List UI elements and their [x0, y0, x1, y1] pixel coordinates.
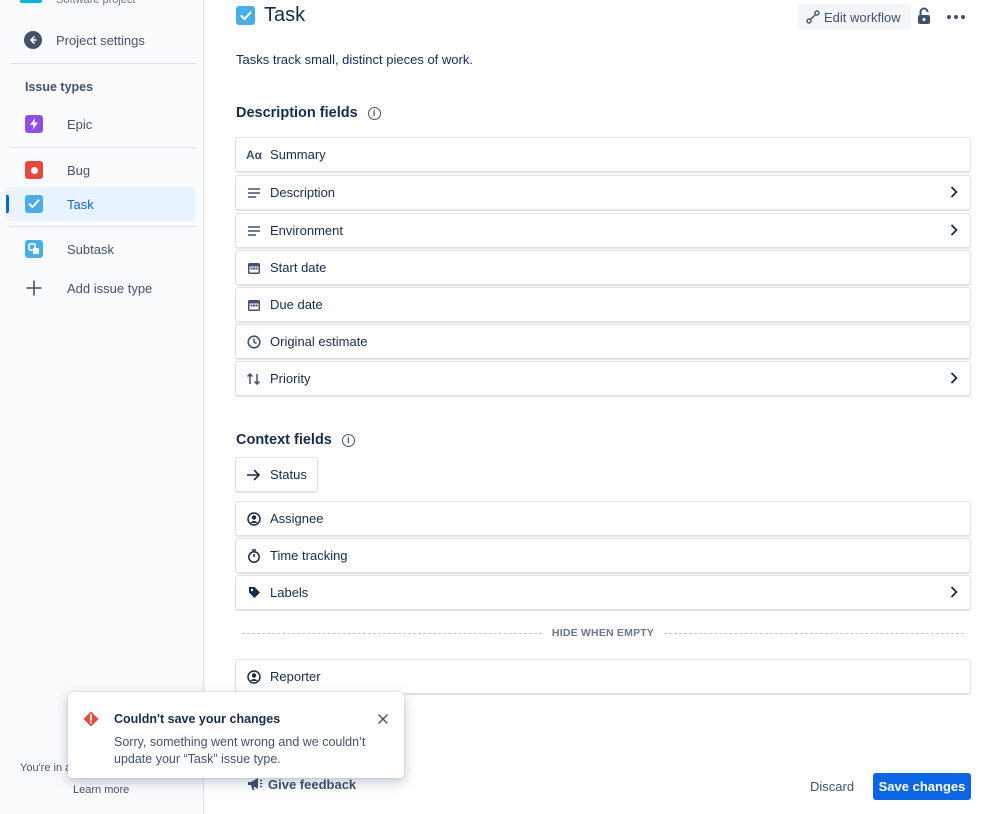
hide-when-empty-label: HIDE WHEN EMPTY [551, 627, 655, 639]
sidebar-item-epic[interactable]: Epic [7, 107, 195, 141]
task-icon [25, 195, 43, 213]
flag-body: Sorry, something went wrong and we could… [114, 735, 366, 766]
field-label: Labels [270, 585, 309, 600]
project-settings-link[interactable]: Project settings [10, 24, 196, 56]
stopwatch-icon [246, 548, 262, 564]
field-status[interactable]: Status [235, 457, 318, 492]
sidebar-item-label: Epic [67, 116, 93, 132]
close-icon[interactable] [378, 712, 388, 727]
section-title: Context fields [236, 432, 332, 448]
add-issue-type-button[interactable]: Add issue type [7, 271, 195, 305]
issue-types-heading: Issue types [25, 80, 94, 94]
sidebar-item-label: Subtask [67, 241, 114, 257]
workflow-icon [806, 10, 820, 24]
field-label: Assignee [270, 511, 324, 526]
sidebar-item-subtask[interactable]: Subtask [7, 232, 195, 266]
field-label: Time tracking [270, 548, 348, 563]
chevron-right-icon[interactable] [950, 586, 958, 601]
field-label: Due date [270, 297, 323, 312]
edit-workflow-button[interactable]: Edit workflow [798, 4, 911, 30]
hide-when-empty-divider: HIDE WHEN EMPTY [242, 626, 965, 640]
field-summary[interactable]: Aα Summary [235, 137, 971, 172]
field-start-date[interactable]: Start date [235, 250, 971, 285]
edit-workflow-label: Edit workflow [824, 9, 901, 25]
bug-icon [25, 161, 43, 179]
description-fields-heading: Description fields i [236, 105, 381, 121]
field-priority[interactable]: Priority [235, 361, 971, 396]
person-icon [246, 669, 262, 685]
person-icon [246, 511, 262, 527]
section-title: Description fields [236, 105, 358, 121]
epic-icon [25, 115, 43, 133]
field-assignee[interactable]: Assignee [235, 501, 971, 536]
project-type: Software project [56, 0, 136, 6]
discard-button[interactable]: Discard [804, 776, 860, 797]
field-label: Environment [270, 223, 343, 238]
field-description[interactable]: Description [235, 175, 971, 210]
field-label: Reporter [270, 669, 321, 684]
learn-more-link[interactable]: Learn more [73, 784, 129, 796]
megaphone-icon [248, 778, 263, 790]
divider [10, 63, 196, 64]
add-issue-type-label: Add issue type [67, 280, 153, 296]
sidebar-item-label: Task [67, 196, 94, 212]
error-flag: Couldn't save your changes Sorry, someth… [68, 692, 404, 778]
issue-type-description: Tasks track small, distinct pieces of wo… [236, 52, 473, 67]
field-label: Priority [270, 371, 311, 386]
flag-title: Couldn't save your changes [114, 712, 281, 726]
sidebar-item-bug[interactable]: Bug [7, 153, 195, 187]
chevron-right-icon[interactable] [950, 186, 958, 201]
field-label: Start date [270, 260, 327, 275]
plus-icon [25, 279, 43, 297]
divider [10, 147, 196, 148]
project-settings-label: Project settings [56, 32, 145, 48]
give-feedback-button[interactable]: Give feedback [246, 776, 356, 792]
task-icon [236, 6, 255, 25]
context-fields-heading: Context fields i [236, 432, 355, 448]
arrow-right-icon [246, 467, 262, 483]
give-feedback-label: Give feedback [268, 776, 357, 792]
error-icon [83, 711, 99, 730]
field-original-estimate[interactable]: Original estimate [235, 324, 971, 359]
field-time-tracking[interactable]: Time tracking [235, 538, 971, 573]
info-icon[interactable]: i [341, 433, 355, 447]
unlock-icon[interactable] [917, 7, 931, 28]
calendar-icon [246, 297, 262, 313]
text-icon: Aα [246, 147, 263, 162]
field-label: Summary [270, 147, 326, 162]
more-options-icon[interactable] [947, 8, 965, 26]
field-label: Status [270, 467, 307, 482]
back-arrow-icon [24, 31, 42, 49]
lines-icon [246, 185, 262, 201]
page-title: Task [264, 4, 306, 26]
subtask-icon [25, 240, 43, 258]
save-changes-button[interactable]: Save changes [873, 773, 971, 800]
page-header: Task [236, 4, 305, 27]
field-labels[interactable]: Labels [235, 575, 971, 610]
field-environment[interactable]: Environment [235, 213, 971, 248]
divider [10, 226, 196, 227]
chevron-right-icon[interactable] [950, 224, 958, 239]
sidebar-item-task[interactable]: Task [6, 187, 195, 221]
clock-icon [246, 334, 262, 350]
sidebar-item-label: Bug [67, 162, 91, 178]
field-label: Description [270, 185, 336, 200]
field-label: Original estimate [270, 334, 368, 349]
chevron-right-icon[interactable] [950, 372, 958, 387]
info-icon[interactable]: i [367, 106, 381, 120]
lines-icon [246, 223, 262, 239]
field-reporter[interactable]: Reporter [235, 659, 971, 694]
calendar-icon [246, 260, 262, 276]
tag-icon [246, 585, 262, 601]
project-logo [20, 0, 42, 3]
field-due-date[interactable]: Due date [235, 287, 971, 322]
priority-icon [246, 371, 262, 387]
sidebar-footer-text: You're in a [20, 762, 72, 774]
